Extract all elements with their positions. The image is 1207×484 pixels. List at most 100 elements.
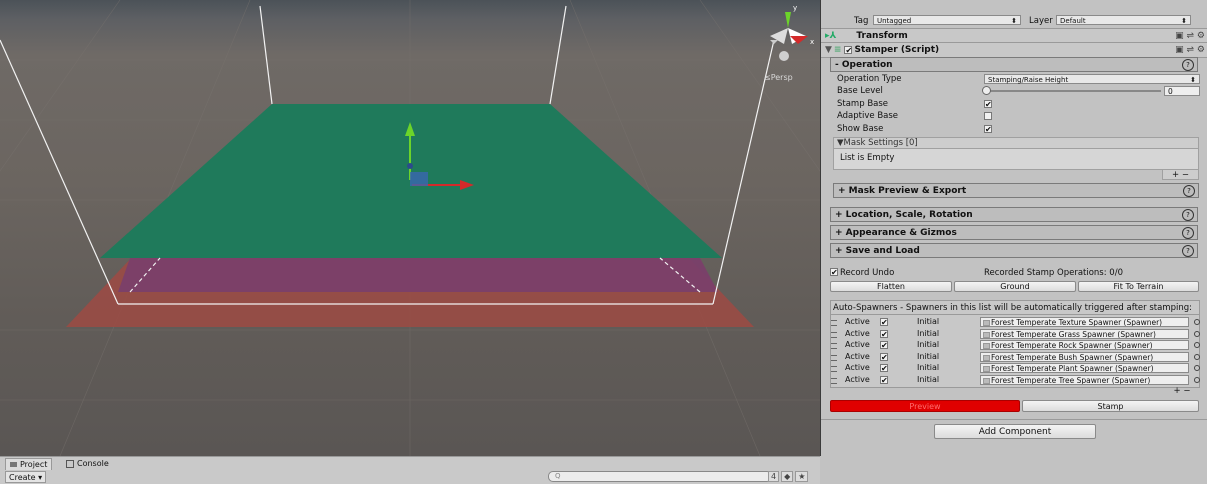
dropdown-arrow-icon: ⬍ xyxy=(1181,17,1187,25)
stamper-header[interactable]: ▼ ≡ ✔ Stamper (Script) ▣ ⇌ ⚙ xyxy=(821,42,1207,58)
component-settings-icon[interactable]: ▣ ⇌ ⚙ xyxy=(1175,31,1205,41)
show-base-checkbox[interactable]: ✔ xyxy=(984,125,992,134)
spawner-active-label: Active xyxy=(845,363,870,372)
object-picker-icon[interactable] xyxy=(1194,376,1200,383)
base-level-slider-handle[interactable] xyxy=(982,86,991,95)
spawner-active-checkbox[interactable]: ✔ xyxy=(880,364,888,373)
mask-settings-header[interactable]: ▼Mask Settings [0] xyxy=(833,137,1199,149)
spawner-row[interactable]: Active ✔ Initial Forest Temperate Texture S… xyxy=(831,317,1201,328)
spawner-active-label: Active xyxy=(845,328,870,338)
adaptive-base-label: Adaptive Base xyxy=(837,111,899,121)
drag-handle-icon[interactable] xyxy=(831,366,837,372)
spawner-active-label: Active xyxy=(845,340,870,349)
transform-title: Transform xyxy=(856,31,908,41)
spawner-active-label: Active xyxy=(845,351,870,361)
appearance-section-header[interactable]: + Appearance & Gizmos ? xyxy=(830,225,1198,240)
project-search-input[interactable]: Q xyxy=(548,471,772,482)
object-picker-icon[interactable] xyxy=(1194,319,1200,325)
spawner-active-checkbox[interactable]: ✔ xyxy=(880,329,888,338)
spawner-active-checkbox[interactable]: ✔ xyxy=(880,341,888,350)
label-icon[interactable]: ◆ xyxy=(781,471,794,482)
show-base-label: Show Base xyxy=(837,124,884,134)
persp-label[interactable]: ≤Persp xyxy=(764,73,793,82)
spawner-name: Forest Temperate Grass Spawner (Spawner) xyxy=(991,329,1156,339)
spawner-object-field[interactable]: Forest Temperate Rock Spawner (Spawner) xyxy=(980,340,1189,350)
drag-handle-icon[interactable] xyxy=(831,320,837,326)
star-icon[interactable]: ★ xyxy=(795,471,809,482)
drag-handle-icon[interactable] xyxy=(831,377,837,384)
scene-view[interactable]: x y ≤Persp xyxy=(0,0,821,456)
operation-type-dropdown[interactable]: Stamping/Raise Height ⬍ xyxy=(984,74,1200,84)
spawner-row[interactable]: Active ✔ Initial Forest Temperate Rock Spaw… xyxy=(831,340,1201,351)
spawner-object-field[interactable]: Forest Temperate Plant Spawner (Spawner) xyxy=(980,363,1189,373)
fold-arrow-icon: ▼ xyxy=(825,45,832,55)
spawner-object-field[interactable]: Forest Temperate Bush Spawner (Spawner) xyxy=(980,351,1189,362)
spawner-object-icon xyxy=(983,354,990,361)
location-title: + Location, Scale, Rotation xyxy=(835,209,973,220)
object-picker-icon[interactable] xyxy=(1194,342,1200,348)
divider xyxy=(830,314,1200,315)
spawner-add-remove[interactable]: + − xyxy=(1166,387,1198,396)
operation-title: - Operation xyxy=(835,59,893,70)
base-level-slider[interactable] xyxy=(986,90,1161,92)
base-level-label: Base Level xyxy=(837,86,883,96)
save-load-section-header[interactable]: + Save and Load ? xyxy=(830,243,1198,258)
add-component-button[interactable]: Add Component xyxy=(934,424,1096,439)
help-icon[interactable]: ? xyxy=(1182,227,1194,239)
drag-handle-icon[interactable] xyxy=(831,354,837,361)
stamp-button[interactable]: Stamp xyxy=(1022,400,1199,412)
location-section-header[interactable]: + Location, Scale, Rotation ? xyxy=(830,207,1198,222)
spawner-row[interactable]: Active ✔ Initial Forest Temperate Tree Spaw… xyxy=(831,374,1201,386)
stamp-base-checkbox[interactable]: ✔ xyxy=(984,100,992,109)
spawner-object-field[interactable]: Forest Temperate Grass Spawner (Spawner) xyxy=(980,328,1189,339)
spawner-row[interactable]: Active ✔ Initial Forest Temperate Grass Spa… xyxy=(831,328,1201,340)
operation-section-header[interactable]: - Operation ? xyxy=(830,57,1198,72)
fit-to-terrain-button[interactable]: Fit To Terrain xyxy=(1078,281,1199,292)
stamper-enabled-checkbox[interactable]: ✔ xyxy=(844,46,853,55)
spawner-row[interactable]: Active ✔ Initial Forest Temperate Plant Spa… xyxy=(831,363,1201,374)
project-filter-icons: 4 ◆ ★ xyxy=(768,471,809,482)
object-picker-icon[interactable] xyxy=(1194,365,1200,371)
drag-handle-icon[interactable] xyxy=(831,331,837,338)
flatten-button[interactable]: Flatten xyxy=(830,281,952,292)
spawner-mode-label: Initial xyxy=(917,328,940,338)
preview-button[interactable]: Preview xyxy=(830,400,1020,412)
tag-label: Tag xyxy=(854,16,869,26)
spawner-object-icon xyxy=(983,377,990,384)
spawner-mode-label: Initial xyxy=(917,340,940,349)
help-icon[interactable]: ? xyxy=(1183,185,1195,197)
base-level-input[interactable]: 0 xyxy=(1164,86,1200,96)
record-undo-checkbox[interactable]: ✔ xyxy=(830,268,838,277)
mask-add-remove[interactable]: + − xyxy=(1162,170,1199,180)
spawner-object-field[interactable]: Forest Temperate Texture Spawner (Spawne… xyxy=(980,317,1189,327)
tab-console[interactable]: Console xyxy=(62,458,113,469)
orientation-gizmo[interactable]: x y xyxy=(770,4,814,61)
help-icon[interactable]: ? xyxy=(1182,59,1194,71)
spawner-active-checkbox[interactable]: ✔ xyxy=(880,318,888,327)
tab-project[interactable]: Project xyxy=(5,458,53,470)
divider xyxy=(821,419,1207,420)
layer-dropdown[interactable]: Default ⬍ xyxy=(1056,15,1191,25)
dropdown-arrow-icon: ⬍ xyxy=(1011,17,1017,25)
component-settings-icon[interactable]: ▣ ⇌ ⚙ xyxy=(1175,45,1205,55)
filter-count[interactable]: 4 xyxy=(768,471,780,482)
auto-spawners-description: Auto-Spawners - Spawners in this list wi… xyxy=(833,303,1192,313)
purple-plane[interactable] xyxy=(118,258,718,292)
adaptive-base-checkbox[interactable] xyxy=(984,112,992,120)
spawner-object-field[interactable]: Forest Temperate Tree Spawner (Spawner) xyxy=(980,374,1189,385)
spawner-active-checkbox[interactable]: ✔ xyxy=(880,375,888,384)
spawner-mode-label: Initial xyxy=(917,317,940,326)
help-icon[interactable]: ? xyxy=(1182,245,1194,257)
tag-dropdown[interactable]: Untagged ⬍ xyxy=(873,15,1021,25)
help-icon[interactable]: ? xyxy=(1182,209,1194,221)
spawner-active-checkbox[interactable]: ✔ xyxy=(880,352,888,361)
object-picker-icon[interactable] xyxy=(1194,353,1200,360)
drag-handle-icon[interactable] xyxy=(831,343,837,349)
appearance-title: + Appearance & Gizmos xyxy=(835,227,957,238)
scene-canvas[interactable]: x y xyxy=(0,0,820,456)
spawner-row[interactable]: Active ✔ Initial Forest Temperate Bush Spaw… xyxy=(831,351,1201,363)
create-dropdown[interactable]: Create ▾ xyxy=(5,471,47,483)
ground-button[interactable]: Ground xyxy=(954,281,1076,292)
mask-preview-section-header[interactable]: + Mask Preview & Export ? xyxy=(833,183,1199,198)
object-picker-icon[interactable] xyxy=(1194,330,1200,337)
